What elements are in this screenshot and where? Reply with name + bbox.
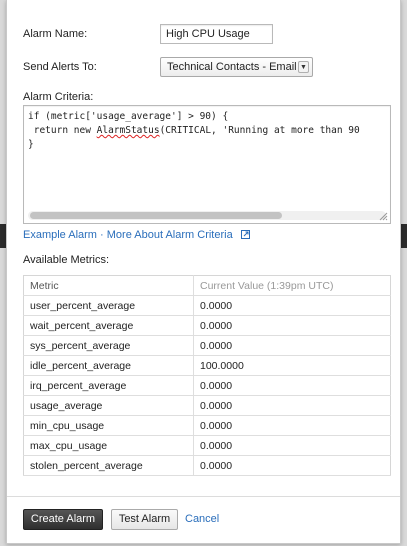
column-header-metric: Metric <box>23 275 194 296</box>
alarm-name-input[interactable] <box>160 24 273 44</box>
scrollbar-thumb[interactable] <box>30 212 282 219</box>
metric-value: 0.0000 <box>193 295 391 316</box>
chevron-down-icon: ▼ <box>298 61 309 73</box>
metric-value: 0.0000 <box>193 415 391 436</box>
metric-value: 0.0000 <box>193 375 391 396</box>
code-line-2-prefix: return new <box>28 125 97 136</box>
metric-name: user_percent_average <box>23 295 194 316</box>
send-alerts-select[interactable]: Technical Contacts - Email ▼ <box>160 57 313 77</box>
create-alarm-dialog: Alarm Name: Send Alerts To: Technical Co… <box>6 0 401 544</box>
metric-name: stolen_percent_average <box>23 455 194 476</box>
available-metrics-label: Available Metrics: <box>23 254 109 266</box>
metric-value: 100.0000 <box>193 355 391 376</box>
criteria-horizontal-scrollbar[interactable] <box>28 211 386 220</box>
footer-divider <box>7 496 400 497</box>
code-line-3: } <box>28 139 34 150</box>
criteria-code: if (metric['usage_average'] > 90) { retu… <box>24 106 390 152</box>
resize-grip-icon[interactable] <box>378 211 388 221</box>
table-row: stolen_percent_average 0.0000 <box>23 455 391 476</box>
metrics-table: Metric Current Value (1:39pm UTC) user_p… <box>23 275 391 476</box>
table-row: usage_average 0.0000 <box>23 395 391 416</box>
table-row: idle_percent_average 100.0000 <box>23 355 391 376</box>
send-alerts-label: Send Alerts To: <box>23 61 97 73</box>
example-alarm-link[interactable]: Example Alarm <box>23 229 97 241</box>
metric-name: idle_percent_average <box>23 355 194 376</box>
metric-name: irq_percent_average <box>23 375 194 396</box>
alarm-name-label: Alarm Name: <box>23 28 88 40</box>
metric-name: sys_percent_average <box>23 335 194 356</box>
metric-value: 0.0000 <box>193 435 391 456</box>
cancel-link[interactable]: Cancel <box>185 513 219 525</box>
help-links: Example Alarm · More About Alarm Criteri… <box>23 229 250 241</box>
metric-name: max_cpu_usage <box>23 435 194 456</box>
alarm-criteria-editor[interactable]: if (metric['usage_average'] > 90) { retu… <box>23 105 391 224</box>
table-row: sys_percent_average 0.0000 <box>23 335 391 356</box>
external-link-icon[interactable] <box>240 230 250 239</box>
metric-value: 0.0000 <box>193 395 391 416</box>
code-line-2-suffix: (CRITICAL, 'Running at more than 90 <box>159 125 360 136</box>
more-about-criteria-link[interactable]: More About Alarm Criteria <box>107 229 233 241</box>
background-strip-right <box>401 224 407 248</box>
send-alerts-selected-value: Technical Contacts - Email <box>167 61 297 73</box>
table-row: user_percent_average 0.0000 <box>23 295 391 316</box>
column-header-current-value: Current Value (1:39pm UTC) <box>193 275 391 296</box>
test-alarm-button[interactable]: Test Alarm <box>111 509 178 530</box>
create-alarm-button[interactable]: Create Alarm <box>23 509 103 530</box>
metric-name: wait_percent_average <box>23 315 194 336</box>
table-header-row: Metric Current Value (1:39pm UTC) <box>23 275 391 296</box>
metric-value: 0.0000 <box>193 335 391 356</box>
metric-name: min_cpu_usage <box>23 415 194 436</box>
code-line-1: if (metric['usage_average'] > 90) { <box>28 111 229 122</box>
metric-name: usage_average <box>23 395 194 416</box>
table-row: max_cpu_usage 0.0000 <box>23 435 391 456</box>
table-row: wait_percent_average 0.0000 <box>23 315 391 336</box>
link-separator: · <box>96 229 107 241</box>
metric-value: 0.0000 <box>193 315 391 336</box>
metric-value: 0.0000 <box>193 455 391 476</box>
table-row: min_cpu_usage 0.0000 <box>23 415 391 436</box>
table-row: irq_percent_average 0.0000 <box>23 375 391 396</box>
alarm-criteria-label: Alarm Criteria: <box>23 91 94 103</box>
code-line-2-class: AlarmStatus <box>96 125 160 136</box>
